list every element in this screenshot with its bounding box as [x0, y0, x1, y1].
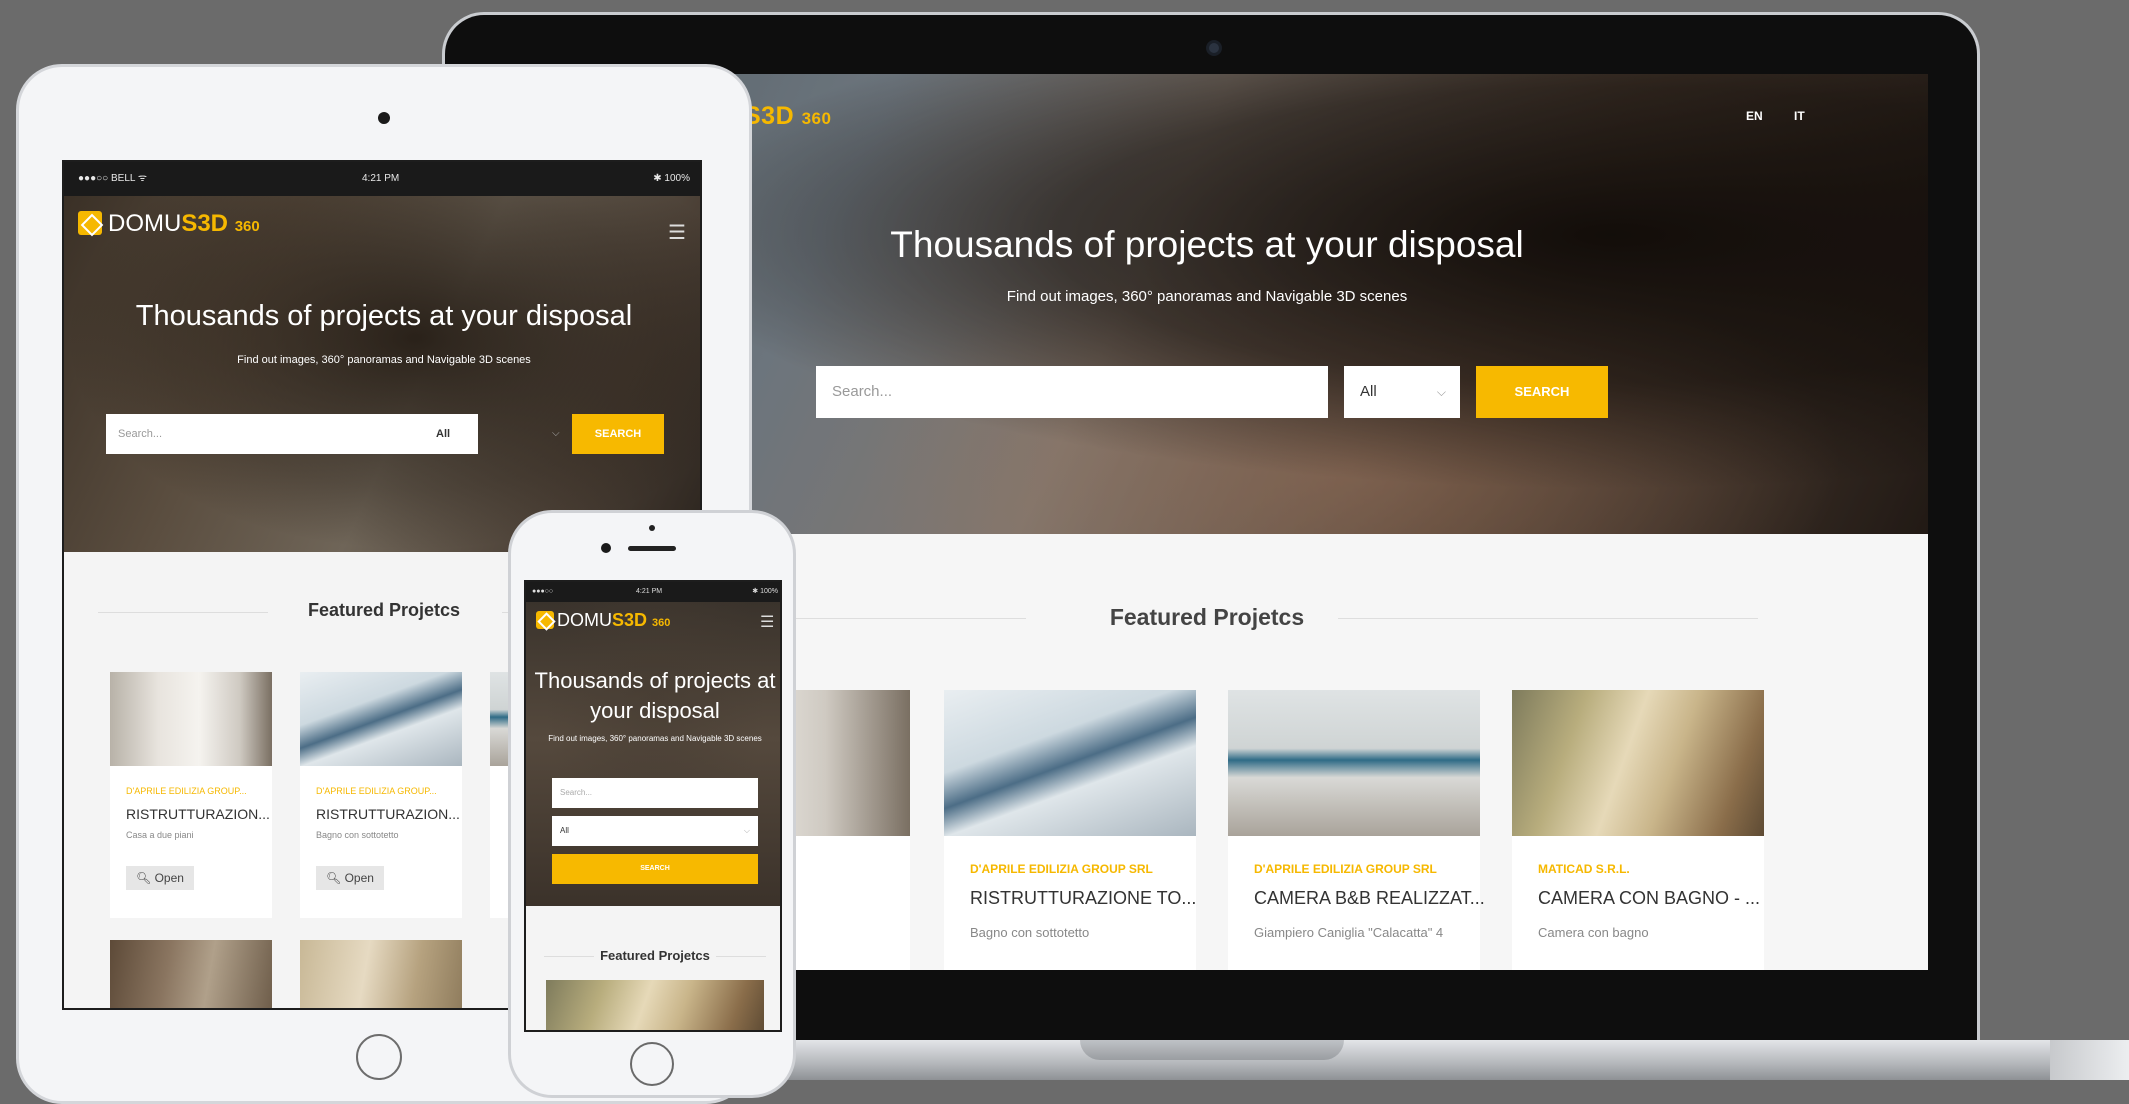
- phone-camera: [601, 543, 611, 553]
- project-description: Camera con bagno: [1538, 925, 1649, 940]
- tablet-camera: [378, 112, 390, 124]
- project-thumbnail[interactable]: [110, 940, 272, 1008]
- hero-title: Thousands of projects at your disposal: [135, 300, 633, 332]
- phone-home-button: [630, 1042, 674, 1086]
- featured-title: Featured Projetcs: [600, 948, 710, 963]
- project-thumbnail: [1228, 690, 1480, 836]
- carrier-label: ●●●○○: [532, 588, 554, 595]
- search-icon: 🔍︎: [136, 871, 152, 885]
- laptop-notch: [1080, 1040, 1344, 1060]
- project-card[interactable]: D'APRILE EDILIZIA GROUP... RISTRUTTURAZI…: [110, 672, 272, 918]
- hamburger-menu-icon[interactable]: ☰: [668, 220, 686, 245]
- project-description: Giampiero Caniglia "Calacatta" 4: [1254, 925, 1444, 940]
- laptop-camera: [1206, 40, 1222, 56]
- status-bar: ●●●○○ 4:21 PM ✱ 100%: [526, 582, 780, 602]
- phone-screen: ●●●○○ 4:21 PM ✱ 100% DOMUS3D 360 ☰ Thous…: [524, 580, 782, 1032]
- battery-indicator: ✱ 100%: [653, 173, 690, 184]
- project-thumbnail[interactable]: [300, 940, 462, 1008]
- status-bar: ●●●○○ BELL ᯤ 4:21 PM ✱ 100%: [64, 162, 700, 196]
- clock: 4:21 PM: [362, 173, 400, 184]
- clock: 4:21 PM: [636, 588, 663, 595]
- project-thumbnail: [110, 672, 272, 766]
- open-button[interactable]: 🔍︎ Open: [316, 866, 384, 890]
- project-name[interactable]: CAMERA B&B REALIZZAT...: [1254, 888, 1485, 909]
- project-thumbnail: [1512, 690, 1764, 836]
- language-it-link[interactable]: IT: [1794, 109, 1805, 123]
- category-select[interactable]: All: [436, 414, 450, 454]
- project-card[interactable]: D'APRILE EDILIZIA GROUP SRL RISTRUTTURAZ…: [944, 690, 1196, 970]
- phone-sensor: [649, 525, 655, 531]
- category-select[interactable]: All ⌵: [1344, 366, 1460, 418]
- project-company: D'APRILE EDILIZIA GROUP SRL: [1254, 862, 1437, 876]
- project-company: D'APRILE EDILIZIA GROUP SRL: [970, 862, 1153, 876]
- carrier-label: ●●●○○ BELL ᯤ: [78, 173, 147, 184]
- search-input[interactable]: Search...: [552, 778, 758, 808]
- project-name[interactable]: RISTRUTTURAZION...: [126, 806, 272, 822]
- site-logo[interactable]: S3D 360: [744, 102, 831, 131]
- hero-subtitle: Find out images, 360° panoramas and Navi…: [237, 354, 531, 366]
- site-logo[interactable]: DOMUS3D 360: [536, 610, 670, 631]
- project-name[interactable]: CAMERA CON BAGNO - ...: [1538, 888, 1764, 909]
- project-thumbnail: [300, 672, 462, 766]
- search-button[interactable]: SEARCH: [552, 854, 758, 884]
- project-card[interactable]: D'APRILE EDILIZIA GROUP SRL CAMERA B&B R…: [1228, 690, 1485, 970]
- search-icon: 🔍︎: [326, 871, 342, 885]
- project-name[interactable]: RISTRUTTURAZION...: [316, 806, 462, 822]
- hamburger-menu-icon[interactable]: ☰: [760, 612, 774, 632]
- search-button[interactable]: SEARCH: [572, 414, 664, 454]
- site-logo[interactable]: DOMUS3D 360: [78, 210, 260, 238]
- battery-indicator: ✱ 100%: [752, 588, 778, 595]
- logo-icon: [78, 211, 102, 235]
- language-en-link[interactable]: EN: [1746, 109, 1763, 123]
- category-select[interactable]: All ⌵: [552, 816, 758, 846]
- project-company: D'APRILE EDILIZIA GROUP...: [126, 786, 247, 796]
- project-description: Casa a due piani: [126, 830, 194, 840]
- project-company: MATICAD S.R.L.: [1538, 862, 1630, 876]
- phone-speaker: [628, 546, 676, 551]
- hero-subtitle: Find out images, 360° panoramas and Navi…: [548, 734, 762, 743]
- chevron-down-icon: ⌵: [743, 826, 750, 835]
- project-thumbnail[interactable]: [546, 980, 764, 1030]
- project-card[interactable]: MATICAD S.R.L. CAMERA CON BAGNO - ... Ca…: [1512, 690, 1764, 970]
- logo-icon: [536, 611, 554, 629]
- project-description: Bagno con sottotetto: [316, 830, 399, 840]
- project-name[interactable]: RISTRUTTURAZIONE TO...: [970, 888, 1196, 909]
- search-button[interactable]: SEARCH: [1476, 366, 1608, 418]
- search-input[interactable]: Search...: [816, 366, 1328, 418]
- project-card[interactable]: D'APRILE EDILIZIA GROUP... RISTRUTTURAZI…: [300, 672, 462, 918]
- chevron-down-icon: ⌵: [552, 428, 560, 439]
- tablet-home-button: [356, 1034, 402, 1080]
- project-company: D'APRILE EDILIZIA GROUP...: [316, 786, 437, 796]
- search-input[interactable]: Search...: [106, 414, 478, 454]
- chevron-down-icon: ⌵: [1436, 385, 1446, 399]
- laptop-base-edge: [2050, 1040, 2129, 1080]
- hero-title: Thousands of projects at your disposal: [534, 668, 776, 723]
- project-thumbnail: [944, 690, 1196, 836]
- project-description: Bagno con sottotetto: [970, 925, 1090, 940]
- open-button[interactable]: 🔍︎ Open: [126, 866, 194, 890]
- hero-background: [64, 196, 700, 552]
